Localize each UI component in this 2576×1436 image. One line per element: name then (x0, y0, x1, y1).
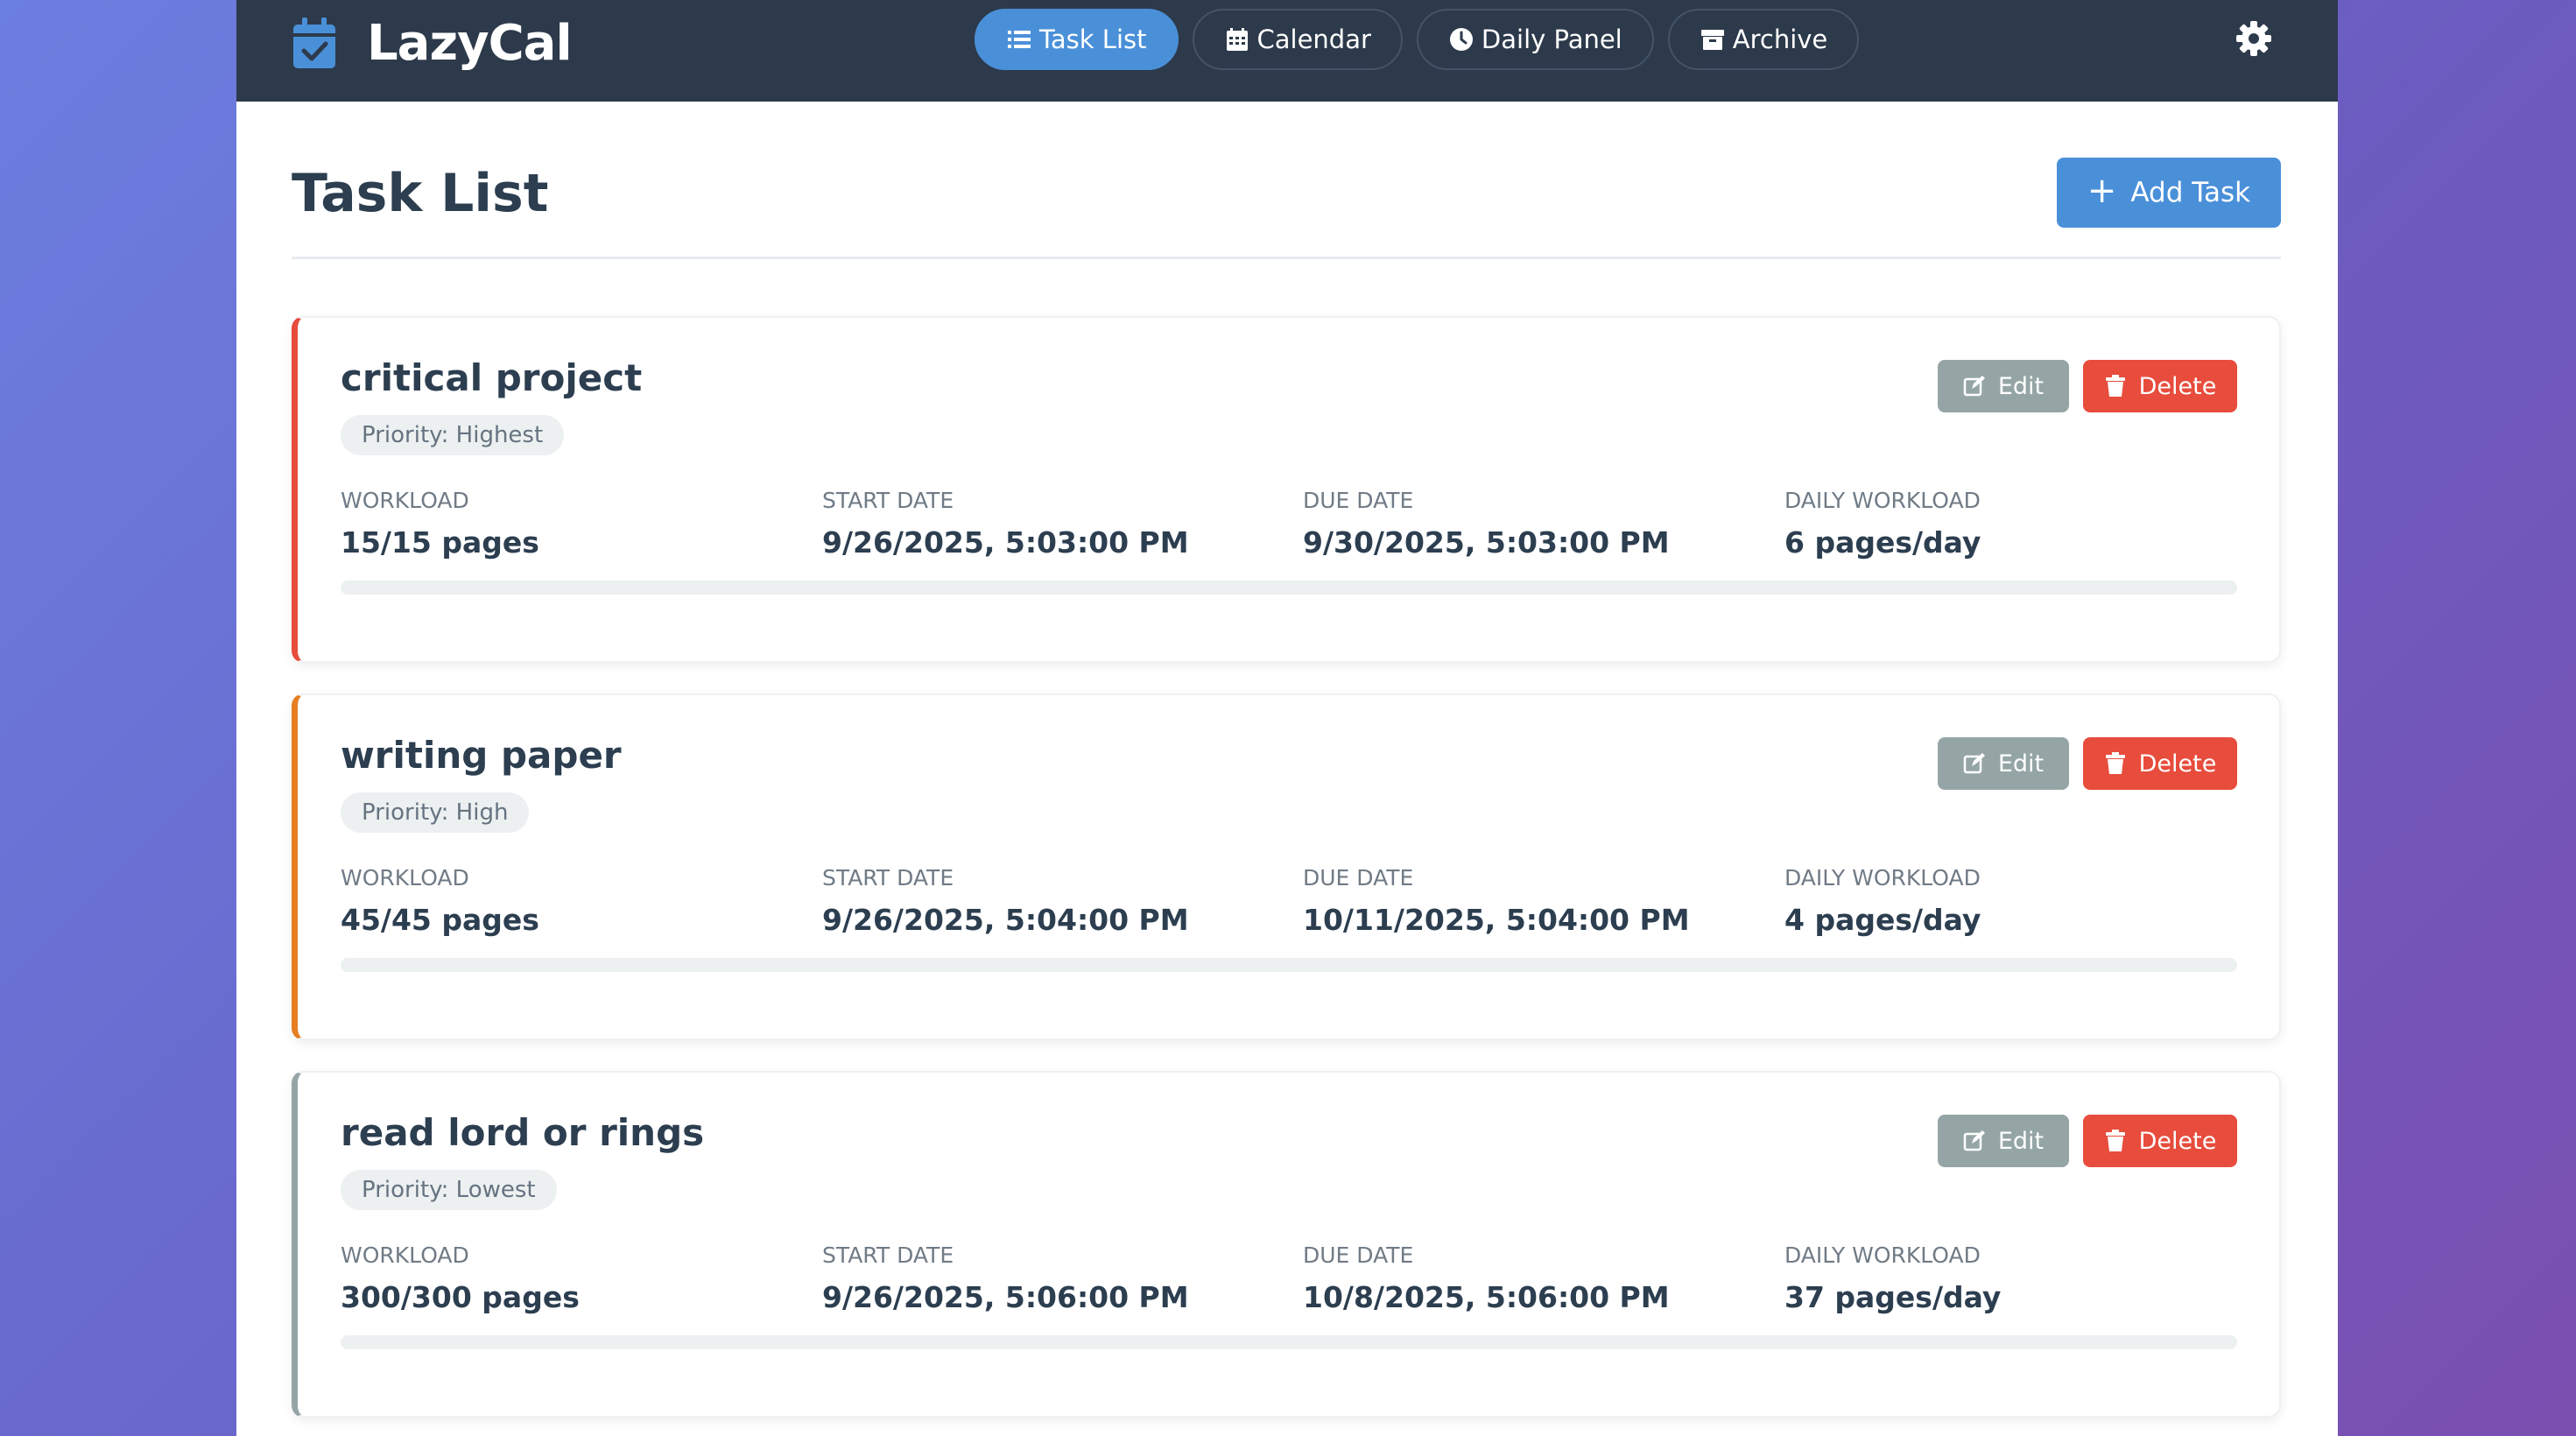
workload-label: Workload (341, 488, 469, 513)
priority-badge: Priority: Highest (341, 415, 565, 455)
workload-label: Workload (341, 1242, 469, 1268)
start-date-label: Start Date (822, 865, 954, 890)
task-name: read lord or rings (341, 1111, 705, 1154)
delete-label: Delete (2138, 372, 2217, 400)
daily-workload-field: Daily Workload 6 pages/day (1784, 488, 1981, 560)
task-actions: Edit Delete (1938, 360, 2237, 412)
daily-workload-value: 4 pages/day (1784, 903, 1981, 937)
due-date-label: Due Date (1303, 488, 1414, 513)
daily-workload-value: 6 pages/day (1784, 525, 1981, 560)
tab-label: Task List (1039, 25, 1147, 54)
due-date-value: 10/8/2025, 5:06:00 PM (1303, 1280, 1670, 1314)
trash-icon (2105, 1130, 2125, 1151)
task-actions: Edit Delete (1938, 1115, 2237, 1167)
due-date-label: Due Date (1303, 865, 1414, 890)
task-name: critical project (341, 356, 643, 399)
edit-label: Edit (1997, 372, 2045, 400)
task-card: read lord or rings Priority: Lowest Edit… (292, 1071, 2281, 1418)
edit-icon (1963, 376, 1985, 397)
daily-workload-field: Daily Workload 37 pages/day (1784, 1242, 2001, 1314)
workload-value: 15/15 pages (341, 525, 539, 560)
tab-calendar[interactable]: Calendar (1192, 9, 1403, 70)
edit-button[interactable]: Edit (1938, 1115, 2069, 1167)
delete-button[interactable]: Delete (2083, 737, 2237, 790)
daily-workload-label: Daily Workload (1784, 1242, 1981, 1268)
page-header: Task List + Add Task (292, 158, 2281, 259)
tab-label: Archive (1732, 25, 1828, 54)
due-date-label: Due Date (1303, 1242, 1414, 1268)
top-navigation-bar: LazyCal Task List Calendar Daily Panel A… (236, 0, 2338, 102)
tab-archive[interactable]: Archive (1667, 9, 1860, 70)
main-nav: Task List Calendar Daily Panel Archive (975, 9, 1873, 70)
calendar-icon (1226, 28, 1248, 51)
workload-field: Workload 15/15 pages (341, 488, 539, 560)
start-date-field: Start Date 9/26/2025, 5:03:00 PM (822, 488, 1189, 560)
edit-icon (1963, 1130, 1985, 1151)
priority-badge: Priority: High (341, 792, 530, 833)
daily-workload-value: 37 pages/day (1784, 1280, 2002, 1314)
start-date-value: 9/26/2025, 5:04:00 PM (822, 903, 1189, 937)
clock-icon (1449, 28, 1473, 51)
daily-workload-field: Daily Workload 4 pages/day (1784, 865, 1981, 937)
edit-label: Edit (1997, 750, 2045, 778)
task-name: writing paper (341, 734, 622, 777)
start-date-label: Start Date (822, 488, 954, 513)
due-date-field: Due Date 9/30/2025, 5:03:00 PM (1303, 488, 1670, 560)
delete-button[interactable]: Delete (2083, 1115, 2237, 1167)
tab-daily-panel[interactable]: Daily Panel (1416, 9, 1654, 70)
progress-bar (341, 1335, 2237, 1349)
start-date-label: Start Date (822, 1242, 954, 1268)
workload-value: 300/300 pages (341, 1280, 580, 1314)
delete-label: Delete (2138, 1127, 2217, 1155)
delete-label: Delete (2138, 750, 2217, 778)
priority-badge: Priority: Lowest (341, 1170, 557, 1210)
start-date-field: Start Date 9/26/2025, 5:04:00 PM (822, 865, 1189, 937)
progress-bar (341, 581, 2237, 595)
task-card: critical project Priority: Highest Edit … (292, 316, 2281, 663)
start-date-field: Start Date 9/26/2025, 5:06:00 PM (822, 1242, 1189, 1314)
edit-button[interactable]: Edit (1938, 360, 2069, 412)
start-date-value: 9/26/2025, 5:06:00 PM (822, 1280, 1189, 1314)
edit-icon (1963, 753, 1985, 774)
due-date-value: 9/30/2025, 5:03:00 PM (1303, 525, 1670, 560)
app-name: LazyCal (367, 14, 573, 72)
trash-icon (2105, 375, 2125, 397)
task-actions: Edit Delete (1938, 737, 2237, 790)
workload-label: Workload (341, 865, 469, 890)
daily-workload-label: Daily Workload (1784, 488, 1981, 513)
edit-label: Edit (1997, 1127, 2045, 1155)
workload-field: Workload 300/300 pages (341, 1242, 580, 1314)
add-task-label: Add Task (2130, 177, 2251, 208)
app-window: LazyCal Task List Calendar Daily Panel A… (236, 0, 2338, 1436)
tab-label: Daily Panel (1481, 25, 1622, 54)
task-card: writing paper Priority: High Edit Delete… (292, 693, 2281, 1040)
progress-bar (341, 958, 2237, 972)
brand[interactable]: LazyCal (292, 12, 573, 74)
workload-value: 45/45 pages (341, 903, 539, 937)
gear-icon[interactable] (2235, 19, 2273, 58)
calendar-check-icon (293, 18, 335, 68)
plus-icon: + (2087, 171, 2117, 211)
edit-button[interactable]: Edit (1938, 737, 2069, 790)
archive-icon (1700, 30, 1724, 50)
daily-workload-label: Daily Workload (1784, 865, 1981, 890)
list-icon (1008, 31, 1031, 48)
add-task-button[interactable]: + Add Task (2057, 158, 2281, 228)
due-date-value: 10/11/2025, 5:04:00 PM (1303, 903, 1690, 937)
tab-label: Calendar (1256, 25, 1371, 54)
tab-task-list[interactable]: Task List (975, 9, 1179, 70)
delete-button[interactable]: Delete (2083, 360, 2237, 412)
trash-icon (2105, 752, 2125, 774)
page-title: Task List (292, 163, 549, 224)
due-date-field: Due Date 10/8/2025, 5:06:00 PM (1303, 1242, 1670, 1314)
due-date-field: Due Date 10/11/2025, 5:04:00 PM (1303, 865, 1690, 937)
start-date-value: 9/26/2025, 5:03:00 PM (822, 525, 1189, 560)
workload-field: Workload 45/45 pages (341, 865, 539, 937)
